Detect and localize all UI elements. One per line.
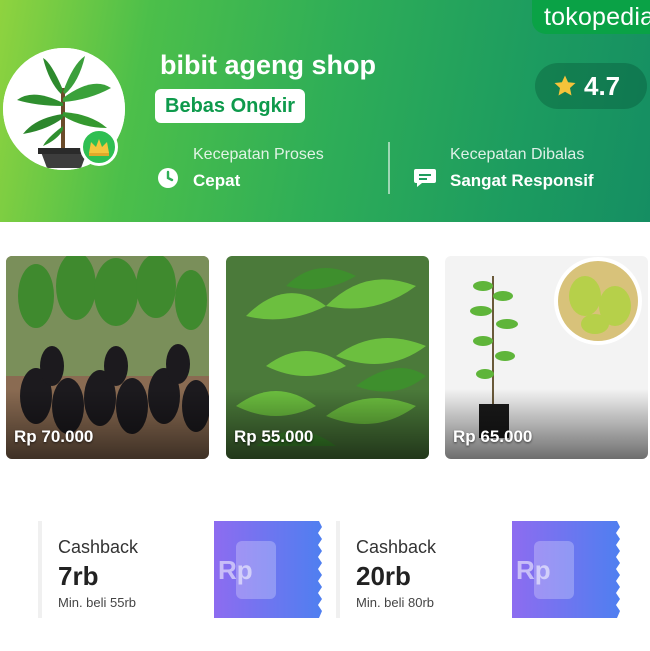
cashback-voucher[interactable]: Cashback 7rb Min. beli 55rb Rp <box>38 521 328 618</box>
stat-value-reply: Sangat Responsif <box>450 171 594 190</box>
voucher-amount: 20rb <box>356 561 411 591</box>
rp-icon-text: Rp <box>218 555 253 585</box>
official-crown-badge <box>80 128 118 166</box>
voucher-edge <box>38 521 42 618</box>
voucher-title: Cashback <box>58 537 139 557</box>
stat-label-reply: Kecepatan Dibalas <box>450 146 585 163</box>
voucher-card: Cashback 20rb Min. beli 80rb <box>336 521 536 618</box>
stats-divider <box>388 142 390 194</box>
tokopedia-logo: tokopedia <box>532 0 650 34</box>
voucher-edge <box>336 521 340 618</box>
product-card[interactable]: Rp 70.000 <box>6 256 209 459</box>
stat-value-process: Cepat <box>193 171 241 190</box>
rupiah-ticket-icon: Rp <box>512 521 620 618</box>
free-shipping-badge: Bebas Ongkir <box>155 89 306 123</box>
rating-value: 4.7 <box>584 71 621 101</box>
star-icon <box>554 75 576 96</box>
price-overlay <box>445 389 648 459</box>
product-price: Rp 55.000 <box>234 427 314 446</box>
chat-icon <box>414 169 436 187</box>
price-overlay <box>226 389 429 459</box>
voucher-amount: 7rb <box>58 561 99 591</box>
rp-icon-text: Rp <box>516 555 551 585</box>
product-card[interactable]: Rp 65.000 <box>445 256 648 459</box>
cashback-voucher[interactable]: Cashback 20rb Min. beli 80rb Rp <box>336 521 626 618</box>
clock-icon <box>158 168 178 188</box>
crown-icon <box>89 139 109 156</box>
shop-name[interactable]: bibit ageng shop <box>160 50 376 81</box>
voucher-title: Cashback <box>356 537 437 557</box>
shop-rating[interactable]: 4.7 <box>535 63 647 109</box>
product-price: Rp 65.000 <box>453 427 533 446</box>
rupiah-ticket-icon: Rp <box>214 521 322 618</box>
product-card[interactable]: Rp 55.000 <box>226 256 429 459</box>
voucher-card: Cashback 7rb Min. beli 55rb <box>38 521 238 618</box>
price-overlay <box>6 389 209 459</box>
voucher-min-purchase: Min. beli 55rb <box>58 595 137 610</box>
voucher-min-purchase: Min. beli 80rb <box>356 595 435 610</box>
stat-label-process: Kecepatan Proses <box>193 146 324 163</box>
shop-header: tokopedia bibit ageng shop Bebas Ongkir … <box>0 0 650 222</box>
product-price: Rp 70.000 <box>14 427 94 446</box>
